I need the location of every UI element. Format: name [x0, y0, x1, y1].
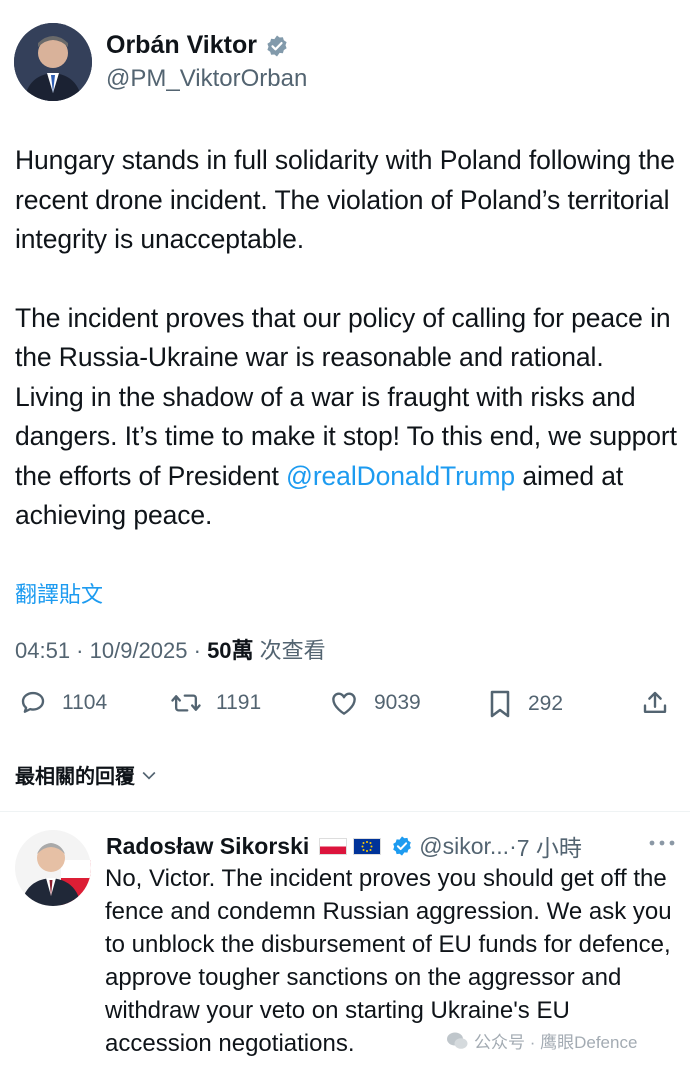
eu-flag-icon [353, 837, 382, 855]
author-handle[interactable]: @PM_ViktorOrban [106, 65, 307, 93]
poland-flag-icon [319, 837, 348, 855]
tweet-paragraph-2: The incident proves that our policy of c… [15, 299, 677, 536]
tweet-date[interactable]: 10/9/2025 [90, 638, 188, 663]
sort-replies-dropdown[interactable]: 最相關的回覆 [15, 760, 159, 789]
reply-separator: · [509, 832, 517, 859]
reply-count: 1104 [62, 691, 108, 714]
tweet-time[interactable]: 04:51 [15, 638, 70, 663]
tweet-body: Hungary stands in full solidarity with P… [15, 141, 677, 536]
bookmark-button[interactable]: 292 [486, 688, 563, 720]
translate-post-link[interactable]: 翻譯貼文 [15, 577, 103, 609]
like-button[interactable]: 9039 [328, 688, 421, 718]
mention-link[interactable]: @realDonaldTrump [286, 461, 515, 491]
reply-time[interactable]: 7 小時 [517, 829, 582, 863]
author-avatar[interactable] [14, 23, 92, 101]
reply-author-name[interactable]: Radosław Sikorski [106, 833, 309, 860]
verified-blue-icon [391, 835, 413, 857]
reply-header: Radosław Sikorski @sikor... · 7 小時 [106, 829, 582, 863]
heart-icon [332, 692, 356, 715]
meta-separator: · [187, 638, 208, 663]
sort-label: 最相關的回覆 [15, 766, 135, 788]
verified-gray-icon [265, 34, 289, 58]
tweet-paragraph-1: Hungary stands in full solidarity with P… [15, 145, 675, 254]
watermark-text: 公众号 · 鹰眼Defence [474, 1033, 638, 1052]
share-button[interactable] [640, 688, 670, 723]
watermark: 公众号 · 鹰眼Defence [446, 1028, 637, 1053]
bookmark-count: 292 [528, 692, 564, 715]
reply-button[interactable]: 1104 [18, 688, 107, 718]
share-icon [643, 691, 667, 713]
wechat-icon [447, 1032, 468, 1049]
repost-count: 1191 [216, 691, 262, 714]
reply-author-avatar[interactable] [15, 830, 91, 906]
tweet-meta: 04:51 · 10/9/2025 · 50萬 次查看 [15, 633, 326, 665]
reply-icon [21, 691, 45, 713]
meta-separator: · [70, 638, 90, 663]
repost-button[interactable]: 1191 [170, 688, 261, 718]
like-count: 9039 [374, 691, 421, 714]
section-divider [0, 811, 690, 812]
views-count: 50萬 [207, 638, 254, 663]
reply-author-handle[interactable]: @sikor... [419, 833, 509, 860]
views-label: 次查看 [259, 638, 326, 663]
author-name[interactable]: Orbán Viktor [106, 31, 289, 60]
chevron-down-icon [142, 771, 156, 780]
repost-icon [171, 694, 201, 712]
bookmark-icon [490, 690, 510, 718]
more-options-icon[interactable] [648, 836, 676, 855]
author-name-text[interactable]: Orbán Viktor [106, 31, 257, 60]
